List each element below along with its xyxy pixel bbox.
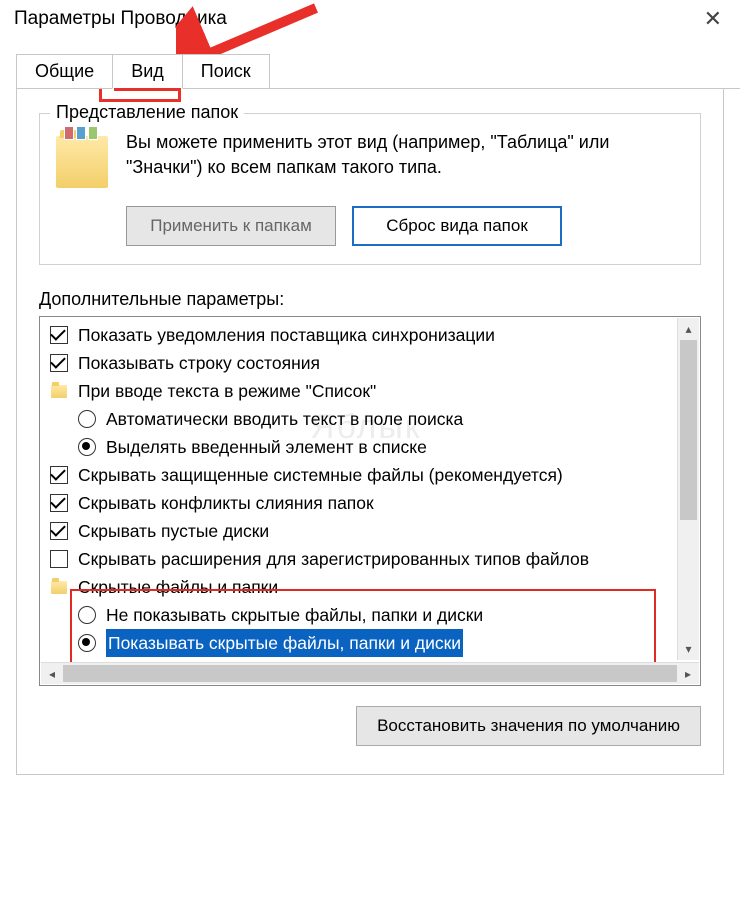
advanced-settings-list: Показать уведомления поставщика синхрони…	[39, 316, 701, 686]
tab-general[interactable]: Общие	[16, 54, 113, 89]
list-item[interactable]: Показать уведомления поставщика синхрони…	[48, 321, 676, 349]
checkbox-icon[interactable]	[48, 324, 70, 346]
list-item-label: Не показывать скрытые файлы, папки и дис…	[106, 601, 483, 629]
radio-icon[interactable]	[76, 632, 98, 654]
group-folder-views: Представление папок Вы можете применить …	[39, 113, 701, 265]
checkbox-icon[interactable]	[48, 352, 70, 374]
list-item[interactable]: Показывать строку состояния	[48, 349, 676, 377]
radio-icon[interactable]	[76, 436, 98, 458]
scroll-right-icon[interactable]: ▸	[677, 663, 699, 685]
list-item[interactable]: Показывать скрытые файлы, папки и диски	[48, 629, 676, 657]
scroll-up-icon[interactable]: ▴	[678, 318, 699, 340]
list-item-label: Скрытые файлы и папки	[78, 573, 278, 601]
list-item-label: Скрывать пустые диски	[78, 517, 269, 545]
reset-button-label: Сброс вида папок	[386, 216, 528, 235]
window-title: Параметры Проводника	[14, 8, 227, 30]
tab-search[interactable]: Поиск	[182, 54, 270, 89]
list-item[interactable]: Скрывать расширения для зарегистрированн…	[48, 545, 676, 573]
radio-icon[interactable]	[76, 408, 98, 430]
folder-icon	[48, 576, 70, 598]
group-description: Вы можете применить этот вид (например, …	[126, 130, 684, 188]
tab-content: Представление папок Вы можете применить …	[16, 89, 724, 775]
group-legend: Представление папок	[50, 102, 244, 123]
list-item[interactable]: Скрывать защищенные системные файлы (рек…	[48, 461, 676, 489]
list-item[interactable]: Скрывать конфликты слияния папок	[48, 489, 676, 517]
list-item-label: При вводе текста в режиме "Список"	[78, 377, 376, 405]
checkbox-icon[interactable]	[48, 492, 70, 514]
scroll-down-icon[interactable]: ▾	[678, 638, 699, 660]
list-item-label: Показывать строку состояния	[78, 349, 320, 377]
horizontal-scroll-thumb[interactable]	[63, 665, 677, 682]
vertical-scroll-thumb[interactable]	[680, 340, 697, 520]
close-icon[interactable]: ✕	[700, 6, 726, 32]
scroll-left-icon[interactable]: ◂	[41, 663, 63, 685]
restore-defaults-button[interactable]: Восстановить значения по умолчанию	[356, 706, 701, 746]
vertical-scrollbar[interactable]: ▴ ▾	[677, 318, 699, 660]
apply-to-folders-button[interactable]: Применить к папкам	[126, 206, 336, 246]
list-item[interactable]: Скрытые файлы и папки	[48, 573, 676, 601]
tab-row: Общие Вид Поиск	[16, 54, 740, 89]
advanced-settings-label: Дополнительные параметры:	[39, 289, 701, 310]
list-item-label: Скрывать расширения для зарегистрированн…	[78, 545, 589, 573]
reset-folders-button[interactable]: Сброс вида папок	[352, 206, 562, 246]
list-item[interactable]: При вводе текста в режиме "Список"	[48, 377, 676, 405]
tab-view[interactable]: Вид	[112, 54, 183, 89]
list-item-label: Показать уведомления поставщика синхрони…	[78, 321, 495, 349]
checkbox-icon[interactable]	[48, 548, 70, 570]
horizontal-scrollbar[interactable]: ◂ ▸	[41, 662, 699, 684]
list-item-label: Выделять введенный элемент в списке	[106, 433, 427, 461]
list-item-label: Показывать скрытые файлы, папки и диски	[106, 629, 463, 657]
list-item[interactable]: Скрывать пустые диски	[48, 517, 676, 545]
tab-view-label: Вид	[131, 61, 164, 81]
radio-icon[interactable]	[76, 604, 98, 626]
list-item[interactable]: Автоматически вводить текст в поле поиск…	[48, 405, 676, 433]
list-item[interactable]: Не показывать скрытые файлы, папки и дис…	[48, 601, 676, 629]
folder-icon	[48, 380, 70, 402]
checkbox-icon[interactable]	[48, 520, 70, 542]
list-item-label: Автоматически вводить текст в поле поиск…	[106, 405, 463, 433]
apply-button-label: Применить к папкам	[150, 216, 312, 235]
list-item-label: Скрывать конфликты слияния папок	[78, 489, 374, 517]
checkbox-icon[interactable]	[48, 464, 70, 486]
list-item[interactable]: Выделять введенный элемент в списке	[48, 433, 676, 461]
annotation-underline	[114, 88, 181, 91]
list-item-label: Скрывать защищенные системные файлы (рек…	[78, 461, 563, 489]
folder-icon	[56, 136, 108, 188]
